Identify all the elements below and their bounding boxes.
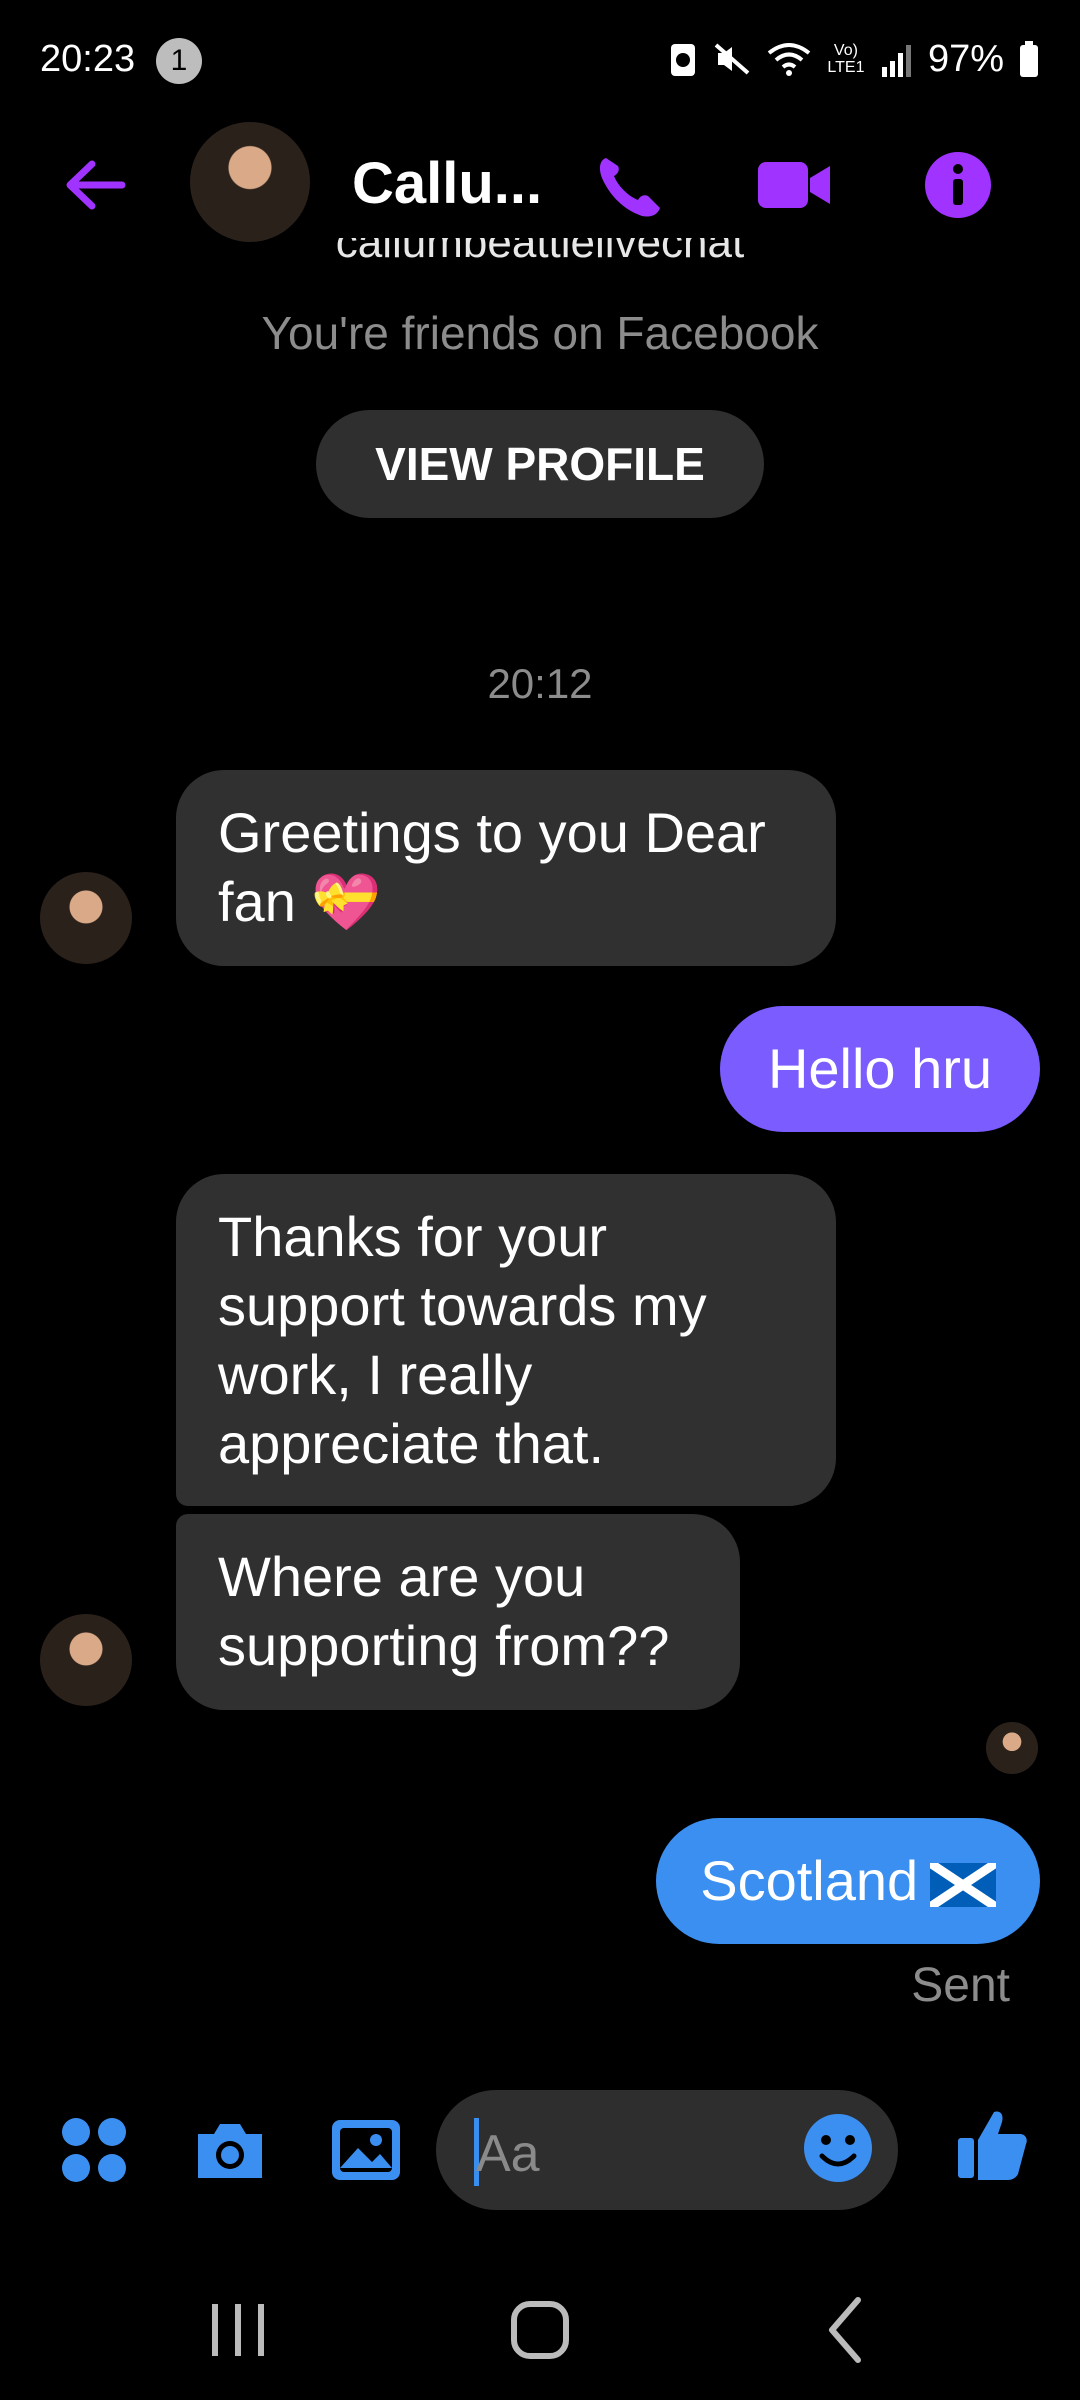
apps-grid-icon[interactable] (54, 2110, 134, 2190)
contact-avatar[interactable] (190, 122, 310, 242)
view-profile-button[interactable]: VIEW PROFILE (316, 410, 764, 518)
battery-percent: 97% (927, 37, 1004, 80)
battery-saver-icon (670, 44, 695, 76)
emoji-icon[interactable] (798, 2108, 878, 2188)
phone-icon[interactable] (592, 150, 672, 220)
message-bubble-incoming[interactable]: Greetings to you Dear fan 💝 (176, 770, 836, 966)
seen-receipt-avatar (986, 1722, 1038, 1774)
notification-badge: 1 (156, 38, 202, 84)
message-text: Hello hru (767, 1037, 993, 1100)
friends-status-text: You're friends on Facebook (261, 307, 819, 359)
sender-avatar[interactable] (40, 1614, 132, 1706)
scotland-flag-icon (927, 1859, 999, 1911)
status-icons: Vo) LTE1 97% (668, 34, 1040, 84)
message-text: Scotland (700, 1849, 919, 1912)
gallery-icon[interactable] (326, 2110, 406, 2190)
sender-avatar[interactable] (40, 872, 132, 964)
info-icon[interactable] (918, 150, 998, 220)
message-bubble-incoming[interactable]: Where are you supporting from?? (176, 1514, 740, 1710)
message-text: Thanks for your support towards my work,… (218, 1205, 707, 1475)
camera-icon[interactable] (190, 2110, 270, 2190)
message-bubble-incoming[interactable]: Thanks for your support towards my work,… (176, 1174, 836, 1506)
message-bubble-outgoing[interactable]: Hello hru (720, 1006, 1040, 1132)
message-text: Where are you supporting from?? (218, 1545, 670, 1677)
message-bubble-outgoing[interactable]: Scotland (656, 1818, 1040, 1944)
contact-name[interactable]: Callu... (352, 150, 542, 217)
sent-status: Sent (911, 1959, 1010, 2012)
signal-icon (881, 45, 911, 77)
battery-icon (1020, 41, 1038, 77)
message-input-placeholder: Aa (476, 2125, 540, 2183)
network-label: Vo) LTE1 (827, 42, 865, 76)
recents-icon[interactable] (188, 2290, 288, 2370)
mute-icon (714, 43, 750, 75)
thumbs-up-icon[interactable] (952, 2104, 1032, 2184)
wifi-icon (767, 43, 811, 76)
back-arrow-icon[interactable] (60, 150, 130, 220)
home-icon[interactable] (490, 2290, 590, 2370)
status-time: 20:23 (40, 38, 136, 80)
message-text: Greetings to you Dear fan 💝 (218, 801, 766, 933)
profile-username: callumbeattielivechat (335, 238, 745, 267)
nav-back-icon[interactable] (796, 2290, 896, 2370)
message-timestamp: 20:12 (487, 660, 593, 707)
video-camera-icon[interactable] (754, 150, 834, 220)
